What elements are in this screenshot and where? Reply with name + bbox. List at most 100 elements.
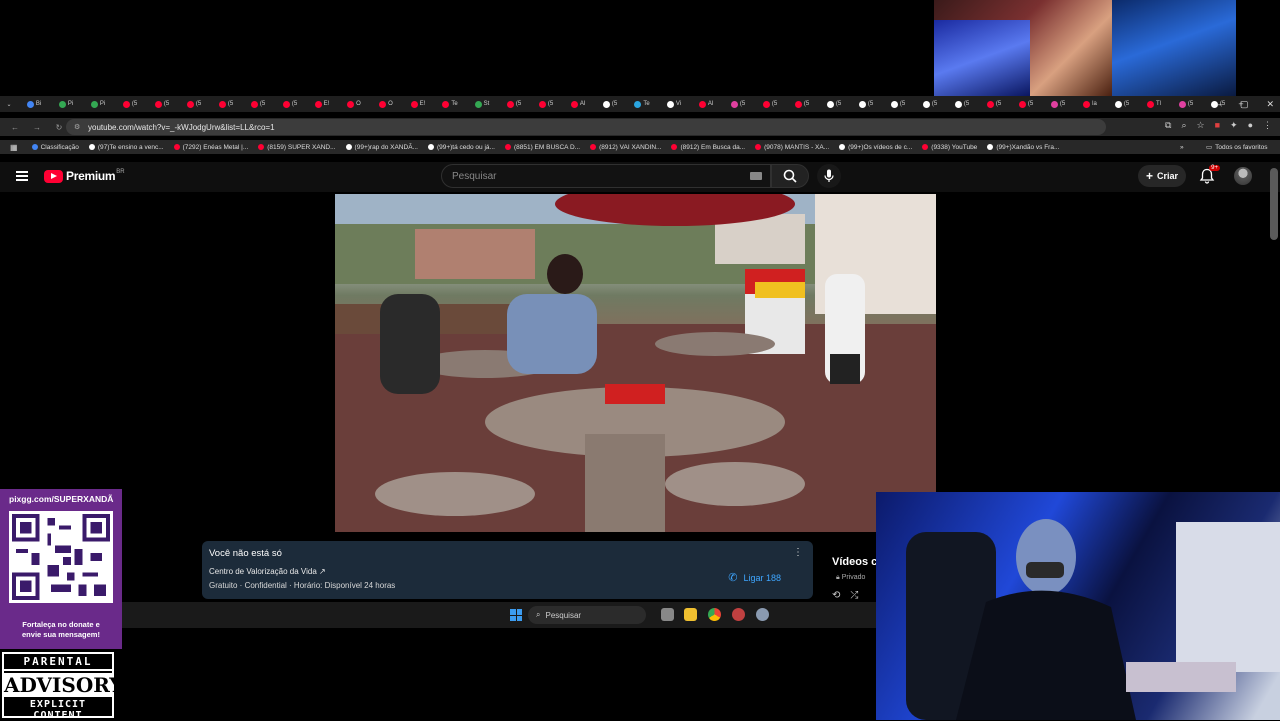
browser-tab[interactable]: (5 [114,97,146,111]
tab-list-button[interactable]: ⌄ [0,97,18,111]
bookmark-item[interactable]: (8159) SUPER XAND... [258,144,336,151]
browser-tab[interactable]: E! [306,97,338,111]
app-icon[interactable] [732,608,745,621]
browser-tab[interactable]: (5 [1170,97,1202,111]
browser-tab[interactable]: (5 [978,97,1010,111]
bookmark-favicon-icon [755,144,762,150]
keyboard-icon[interactable] [750,172,762,180]
browser-menu-icon[interactable]: ⋮ [1263,120,1272,131]
avatar[interactable] [1234,167,1252,185]
bookmark-item[interactable]: (99+)rap do XANDÃ... [345,144,418,151]
taskbar-search[interactable]: ⌕ Pesquisar [528,606,646,624]
browser-tab[interactable]: (5 [850,97,882,111]
browser-tab[interactable]: E! [402,97,434,111]
bookmark-item[interactable]: (9078) MANTIS - XA... [755,144,829,151]
bookmark-item[interactable]: (8851) EM BUSCA D... [504,144,580,151]
bookmarks-overflow-icon[interactable]: » [1180,144,1184,151]
voice-search-button[interactable] [817,164,841,188]
browser-tab[interactable]: Vi [658,97,690,111]
browser-tab[interactable]: (5 [146,97,178,111]
shuffle-icon[interactable]: ⤮ [850,590,858,601]
bookmark-item[interactable]: (99+)tá cedo ou já... [427,144,495,151]
zoom-icon[interactable]: ⌕ [1181,120,1186,131]
tab-favicon-icon [634,100,642,108]
browser-tab[interactable]: (5 [818,97,850,111]
search-input[interactable]: Pesquisar [441,164,771,188]
browser-tab[interactable]: Pi [82,97,114,111]
browser-tab[interactable]: O [370,97,402,111]
browser-tab[interactable]: (5 [178,97,210,111]
bookmark-item[interactable]: (99+)Xandão vs Fra... [987,144,1059,151]
bookmark-item[interactable]: (9338) YouTube [922,144,977,151]
bookmark-item[interactable]: (8912) Em Busca da... [671,144,745,151]
loop-icon[interactable]: ⟲ [832,590,840,601]
browser-tab[interactable]: (5 [594,97,626,111]
browser-tab[interactable]: Te [626,97,658,111]
extensions-icon[interactable]: ✦ [1230,120,1238,131]
create-button[interactable]: + Criar [1138,165,1187,187]
bookmark-favicon-icon [88,144,95,150]
extension-red-icon[interactable]: ■ [1215,120,1220,131]
bookmark-item[interactable]: (99+)Os vídeos de c... [839,144,912,151]
bookmark-item[interactable]: (97)Te ensino a venc... [88,144,164,151]
video-player[interactable] [335,194,936,532]
browser-tab[interactable]: la [1074,97,1106,111]
reload-icon[interactable]: ↻ [52,123,66,132]
browser-tab[interactable]: (5 [242,97,274,111]
browser-tab[interactable]: Tl [1138,97,1170,111]
browser-tab[interactable]: (5 [722,97,754,111]
playlist-privacy: 🔒︎ Privado [836,574,866,581]
browser-tab[interactable]: (5 [274,97,306,111]
settings-icon[interactable] [756,608,769,621]
browser-tab[interactable]: O [338,97,370,111]
more-options-icon[interactable]: ⋮ [793,547,803,558]
chrome-icon[interactable] [708,608,721,621]
bookmark-item[interactable]: (7292) Enéas Metal |... [173,144,248,151]
site-info-icon[interactable]: ⚙ [74,123,82,131]
menu-icon[interactable] [16,171,28,181]
browser-tab[interactable]: (5 [1106,97,1138,111]
bookmark-item[interactable]: (8912) VAI XANDIN... [590,144,661,151]
apps-grid-icon[interactable]: ▦ [10,143,18,152]
youtube-logo[interactable]: Premium BR [44,169,125,183]
forward-icon[interactable]: → [30,123,44,132]
browser-tab[interactable]: Pi [50,97,82,111]
search-button[interactable] [771,164,809,188]
all-favorites-folder[interactable]: ▭ Todos os favoritos [1206,143,1268,152]
minimize-icon[interactable]: – [1217,99,1222,109]
browser-tab[interactable]: Bi [18,97,50,111]
browser-tab[interactable]: (5 [210,97,242,111]
address-bar[interactable]: ⚙ youtube.com/watch?v=_-kWJodgUrw&list=L… [66,119,1106,135]
bookmark-item[interactable]: Classificação [31,144,79,151]
tab-favicon-icon [698,100,706,108]
browser-tab[interactable]: (5 [946,97,978,111]
browser-tab[interactable]: (5 [914,97,946,111]
browser-tab[interactable]: St [466,97,498,111]
call-button[interactable]: ✆ Ligar 188 [728,571,781,584]
browser-tab[interactable]: (5 [1010,97,1042,111]
tab-favicon-icon [570,100,578,108]
task-view-icon[interactable] [661,608,674,621]
browser-tab[interactable]: (5 [882,97,914,111]
bookmark-star-icon[interactable]: ☆ [1197,120,1205,131]
browser-tab[interactable]: (5 [786,97,818,111]
browser-tab[interactable]: (5 [754,97,786,111]
profile-icon[interactable]: ● [1248,120,1253,131]
browser-tab[interactable]: (5 [530,97,562,111]
maximize-icon[interactable]: ▢ [1240,99,1249,110]
browser-tab[interactable]: Te [434,97,466,111]
file-explorer-icon[interactable] [684,608,697,621]
browser-tab[interactable]: (5 [498,97,530,111]
close-icon[interactable]: ✕ [1266,99,1274,110]
cast-icon[interactable]: ⧉ [1165,120,1171,131]
info-card-org-link[interactable]: Centro de Valorização da Vida ↗ [209,567,326,576]
youtube-play-icon [44,169,63,183]
browser-tab[interactable]: (5 [1042,97,1074,111]
back-icon[interactable]: ← [8,123,22,132]
browser-tab[interactable]: Al [690,97,722,111]
start-icon[interactable] [510,609,522,621]
bookmarks-bar: ▦ Classificação (97)Te ensino a venc... (7… [0,140,1280,154]
browser-tab[interactable]: Al [562,97,594,111]
page-scrollbar[interactable] [1270,168,1278,240]
notifications-button[interactable]: 9+ [1198,165,1220,185]
